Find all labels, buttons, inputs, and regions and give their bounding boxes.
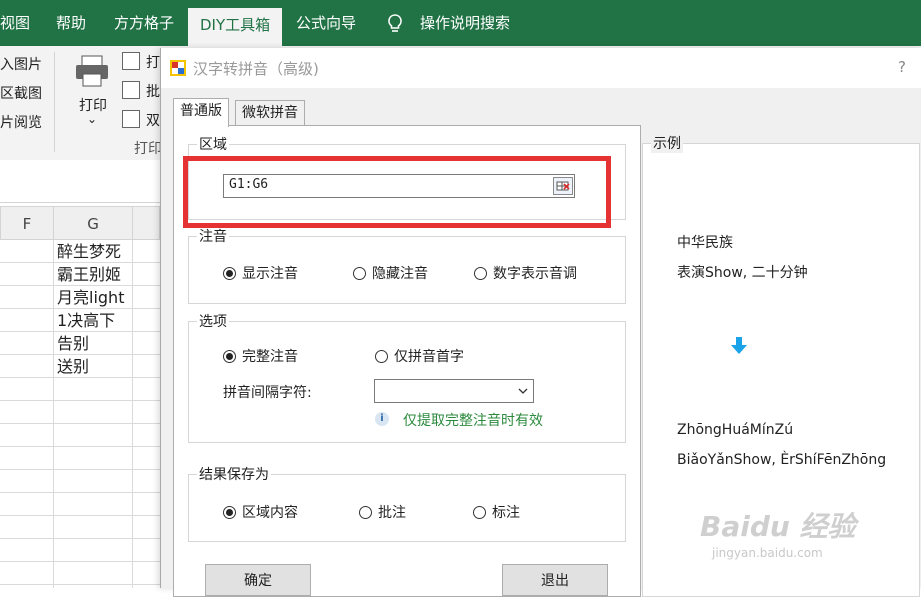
ribbon-divider: [54, 52, 55, 152]
table-row: [0, 424, 160, 447]
table-row: 1决高下: [0, 309, 160, 332]
save-as-group: 结果保存为 区域内容 批注 标注: [188, 464, 626, 542]
radio-label: 隐藏注音: [372, 266, 428, 282]
highlight-box: [183, 156, 611, 228]
tab-view[interactable]: 视图: [0, 0, 30, 46]
save-as-legend: 结果保存为: [197, 464, 271, 484]
table-row: 霸王别姬: [0, 263, 160, 286]
radio-label: 显示注音: [242, 266, 298, 282]
separator-hint: 仅提取完整注音时有效: [403, 413, 543, 429]
table-row: 醉生梦死: [0, 240, 160, 263]
radio-full-zhuyin[interactable]: 完整注音: [223, 346, 298, 366]
cell-g4[interactable]: 1决高下: [57, 309, 115, 332]
options-group: 选项 完整注音 仅拼音首字 拼音间隔字符: i 仅提取完整注音时有效: [188, 311, 626, 443]
radio-show-zhuyin[interactable]: 显示注音: [223, 263, 298, 283]
table-row: [0, 447, 160, 470]
column-header-h[interactable]: [132, 206, 160, 240]
tab-microsoft-pinyin[interactable]: 微软拼音: [235, 100, 305, 125]
example-before-2: 表演Show, 二十分钟: [677, 265, 808, 281]
table-row: 送别: [0, 355, 160, 378]
example-after-2: BiǎoYǎnShow, ÈrShíFēnZhōng: [677, 452, 887, 468]
radio-comment[interactable]: 批注: [359, 502, 406, 522]
tab-standard[interactable]: 普通版: [173, 98, 229, 127]
info-icon: i: [375, 412, 389, 426]
options-legend: 选项: [197, 311, 229, 331]
table-row: [0, 401, 160, 424]
radio-indicator: [474, 266, 487, 280]
radio-indicator: [223, 266, 236, 280]
radio-numeric-tone[interactable]: 数字表示音调: [474, 263, 577, 283]
region-legend: 区域: [197, 134, 229, 154]
radio-indicator: [375, 349, 388, 363]
tab-formula-wizard[interactable]: 公式向导: [296, 0, 356, 46]
tab-fangfang[interactable]: 方方格子: [114, 0, 174, 46]
document-icon: [122, 110, 140, 128]
zhuyin-group: 注音 显示注音 隐藏注音 数字表示音调: [188, 226, 626, 304]
lightbulb-icon[interactable]: [386, 0, 404, 46]
cell-g5[interactable]: 告别: [57, 332, 89, 355]
dialog-title: 汉字转拼音（高级): [193, 60, 319, 78]
table-row: 告别: [0, 332, 160, 355]
watermark-logo: Baidu 经验: [700, 510, 856, 543]
region-screenshot-button[interactable]: 区截图: [0, 83, 42, 103]
insert-picture-button[interactable]: 入图片: [0, 54, 42, 74]
example-before-1: 中华民族: [677, 235, 733, 251]
radio-indicator: [353, 266, 366, 280]
cell-g1[interactable]: 醉生梦死: [57, 240, 121, 263]
radio-indicator: [473, 505, 486, 519]
cell-g6[interactable]: 送别: [57, 355, 89, 378]
dialog-titlebar[interactable]: 汉字转拼音（高级) ?: [161, 48, 921, 88]
table-row: [0, 493, 160, 516]
help-icon[interactable]: ?: [898, 58, 906, 76]
radio-label: 标注: [492, 505, 520, 521]
document-icon: [122, 81, 140, 99]
zhuyin-legend: 注音: [197, 226, 229, 246]
separator-label: 拼音间隔字符:: [223, 385, 312, 401]
radio-label: 完整注音: [242, 349, 298, 365]
column-header-g[interactable]: G: [53, 206, 133, 240]
small-button-3[interactable]: 双: [146, 110, 160, 130]
chevron-down-icon[interactable]: ⌄: [87, 112, 97, 126]
tab-diy-toolbox[interactable]: DIY工具箱: [188, 8, 283, 46]
table-row: [0, 562, 160, 585]
radio-indicator: [359, 505, 372, 519]
tab-help[interactable]: 帮助: [56, 0, 86, 46]
example-after-1: ZhōngHuáMínZú: [677, 422, 794, 438]
ribbon-tab-bar: 视图 帮助 方方格子 DIY工具箱 公式向导 操作说明搜索: [0, 0, 921, 46]
radio-label: 批注: [378, 505, 406, 521]
column-header-f[interactable]: F: [0, 206, 54, 240]
radio-initial-only[interactable]: 仅拼音首字: [375, 346, 464, 366]
cell-g3[interactable]: 月亮light: [57, 286, 124, 309]
exit-button[interactable]: 退出: [502, 564, 608, 596]
document-icon: [122, 52, 140, 70]
radio-label: 区域内容: [242, 505, 298, 521]
tab-search[interactable]: 操作说明搜索: [420, 0, 510, 46]
small-button-2[interactable]: 批: [146, 81, 160, 101]
example-legend: 示例: [651, 133, 683, 153]
chevron-down-icon: [518, 388, 528, 394]
arrow-down-icon: [731, 336, 747, 360]
table-row: [0, 470, 160, 493]
table-row: [0, 539, 160, 562]
radio-indicator: [223, 505, 236, 519]
picture-viewer-button[interactable]: 片阅览: [0, 112, 42, 132]
cell-g2[interactable]: 霸王别姬: [57, 263, 121, 286]
app-icon: [170, 60, 186, 76]
radio-label: 数字表示音调: [493, 266, 577, 282]
radio-label: 仅拼音首字: [394, 349, 464, 365]
print-group-label: 打印: [134, 141, 162, 157]
watermark-url: jingyan.baidu.com: [712, 546, 823, 560]
printer-icon[interactable]: [74, 54, 110, 92]
radio-annotation[interactable]: 标注: [473, 502, 520, 522]
radio-hide-zhuyin[interactable]: 隐藏注音: [353, 263, 428, 283]
separator-select[interactable]: [374, 379, 534, 403]
formula-bar[interactable]: [0, 162, 160, 203]
table-row: [0, 516, 160, 539]
radio-indicator: [223, 349, 236, 363]
table-row: 月亮light: [0, 286, 160, 309]
table-row: [0, 378, 160, 401]
ok-button[interactable]: 确定: [205, 564, 311, 596]
radio-region-content[interactable]: 区域内容: [223, 502, 298, 522]
small-button-1[interactable]: 打: [146, 52, 160, 72]
